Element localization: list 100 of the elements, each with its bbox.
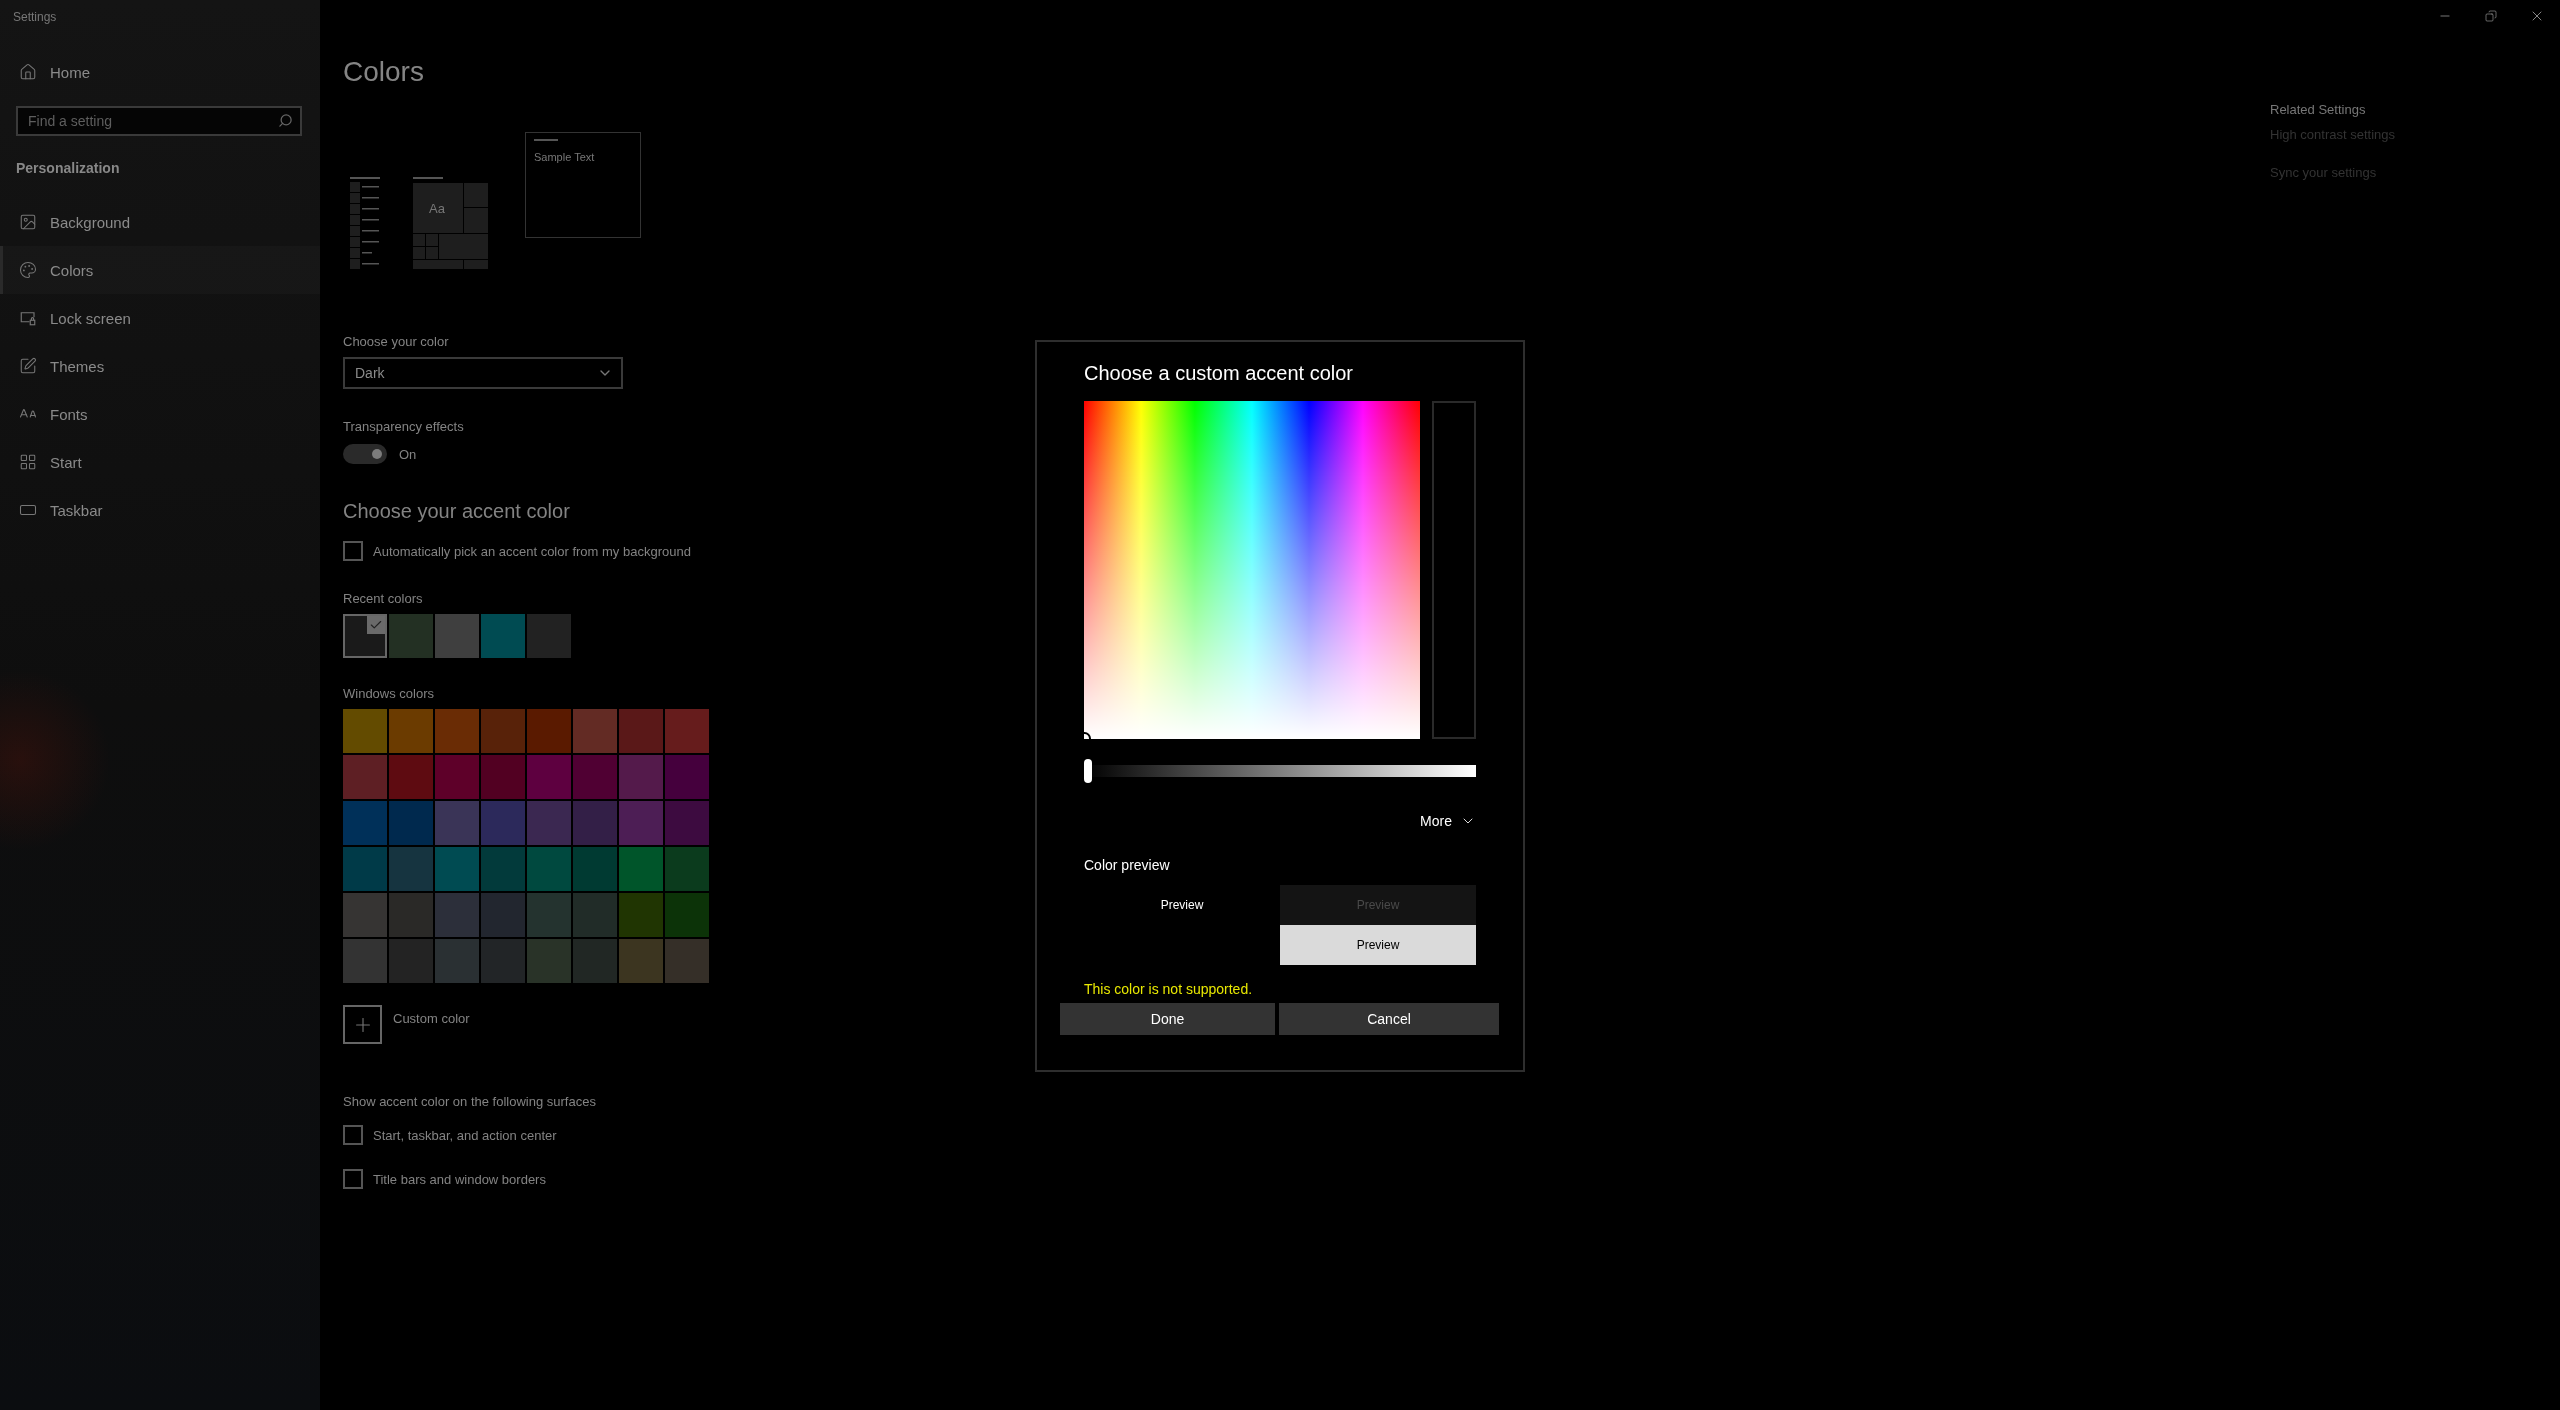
color-swatch[interactable] [481,614,525,658]
color-swatch[interactable] [343,709,387,753]
checkbox-label: Automatically pick an accent color from my background [373,543,691,559]
color-swatch[interactable] [481,801,525,845]
tiles-icon [19,453,37,471]
nav-item[interactable]: Colors [0,246,320,294]
monitor-lock-icon [19,309,37,327]
page-title: Colors [343,56,424,88]
color-swatch[interactable] [481,939,525,983]
nav-item[interactable]: Themes [0,342,320,390]
color-swatch[interactable] [389,847,433,891]
home-link[interactable]: Home [0,52,320,92]
color-swatch[interactable] [665,893,709,937]
preview-sample: Preview [1280,925,1476,965]
search-field[interactable]: Find a setting [16,106,302,136]
toggle-state: On [399,446,417,462]
color-swatch[interactable] [435,755,479,799]
color-swatch[interactable] [435,939,479,983]
custom-color-label: Custom color [393,1011,470,1026]
color-swatch[interactable] [343,893,387,937]
color-swatch[interactable] [343,614,387,658]
nav-item[interactable]: Fonts [0,390,320,438]
color-swatch[interactable] [343,847,387,891]
color-swatch[interactable] [527,893,571,937]
color-swatch[interactable] [389,893,433,937]
color-swatch[interactable] [481,755,525,799]
color-swatch[interactable] [435,709,479,753]
checkbox[interactable] [343,1125,363,1145]
color-swatch[interactable] [619,755,663,799]
transparency-toggle[interactable] [343,444,387,464]
field-label: Transparency effects [343,419,464,434]
window-title: Settings [13,10,57,24]
color-swatch[interactable] [619,847,663,891]
color-swatch[interactable] [665,709,709,753]
color-swatch[interactable] [435,847,479,891]
color-swatch[interactable] [481,847,525,891]
checkbox[interactable] [343,541,363,561]
check-icon [369,618,383,632]
color-swatch[interactable] [573,847,617,891]
done-button[interactable]: Done [1060,1003,1275,1035]
color-swatch[interactable] [527,755,571,799]
sample-text: Sample Text [534,151,595,163]
nav-item[interactable]: Start [0,438,320,486]
color-swatch[interactable] [573,755,617,799]
palette-icon [19,261,37,279]
more-button[interactable]: More [1420,813,1476,829]
field-label: Windows colors [343,686,435,701]
color-spectrum[interactable] [1084,401,1420,739]
picture-icon [19,213,37,231]
section-heading: Personalization [16,160,120,176]
field-label: Recent colors [343,591,423,606]
color-swatch[interactable] [573,893,617,937]
color-swatch[interactable] [573,801,617,845]
field-label: Show accent color on the following surfaces [343,1094,596,1109]
nav-item[interactable]: Lock screen [0,294,320,342]
checkbox[interactable] [343,1169,363,1189]
field-label: Choose your color [343,334,449,349]
color-swatch[interactable] [527,801,571,845]
nav-item[interactable]: Background [0,198,320,246]
color-swatch[interactable] [619,939,663,983]
checkbox-label: Title bars and window borders [373,1171,546,1187]
tile-text: Aa [429,201,445,216]
color-swatch[interactable] [619,893,663,937]
home-icon [19,63,37,81]
checkbox-label: Start, taskbar, and action center [373,1127,557,1143]
color-swatch[interactable] [665,801,709,845]
color-swatch[interactable] [343,801,387,845]
color-swatch[interactable] [435,801,479,845]
restore-icon [2485,10,2497,22]
color-swatch[interactable] [527,939,571,983]
color-swatch[interactable] [343,939,387,983]
color-mode-dropdown[interactable]: Dark [343,357,623,389]
color-swatch[interactable] [435,893,479,937]
cancel-button[interactable]: Cancel [1279,1003,1499,1035]
color-swatch[interactable] [665,939,709,983]
section-heading: Choose your accent color [343,500,570,523]
color-swatch[interactable] [665,847,709,891]
color-swatch[interactable] [619,709,663,753]
color-swatch[interactable] [665,755,709,799]
color-swatch[interactable] [573,709,617,753]
color-swatch[interactable] [435,614,479,658]
color-swatch[interactable] [389,755,433,799]
pen-square-icon [19,357,37,375]
color-swatch[interactable] [389,709,433,753]
color-swatch[interactable] [481,893,525,937]
color-swatch[interactable] [619,801,663,845]
color-swatch[interactable] [481,709,525,753]
color-swatch[interactable] [527,614,571,658]
slider-thumb[interactable] [1084,759,1092,783]
related-heading: Related Settings [2270,102,2366,117]
dialog-title: Choose a custom accent color [1084,362,1355,385]
color-swatch[interactable] [389,801,433,845]
color-swatch[interactable] [527,709,571,753]
color-swatch[interactable] [343,755,387,799]
color-swatch[interactable] [573,939,617,983]
color-swatch[interactable] [527,847,571,891]
nav-item[interactable]: Taskbar [0,486,320,534]
color-swatch[interactable] [389,939,433,983]
color-swatch[interactable] [389,614,433,658]
custom-color-button[interactable] [343,1005,382,1044]
